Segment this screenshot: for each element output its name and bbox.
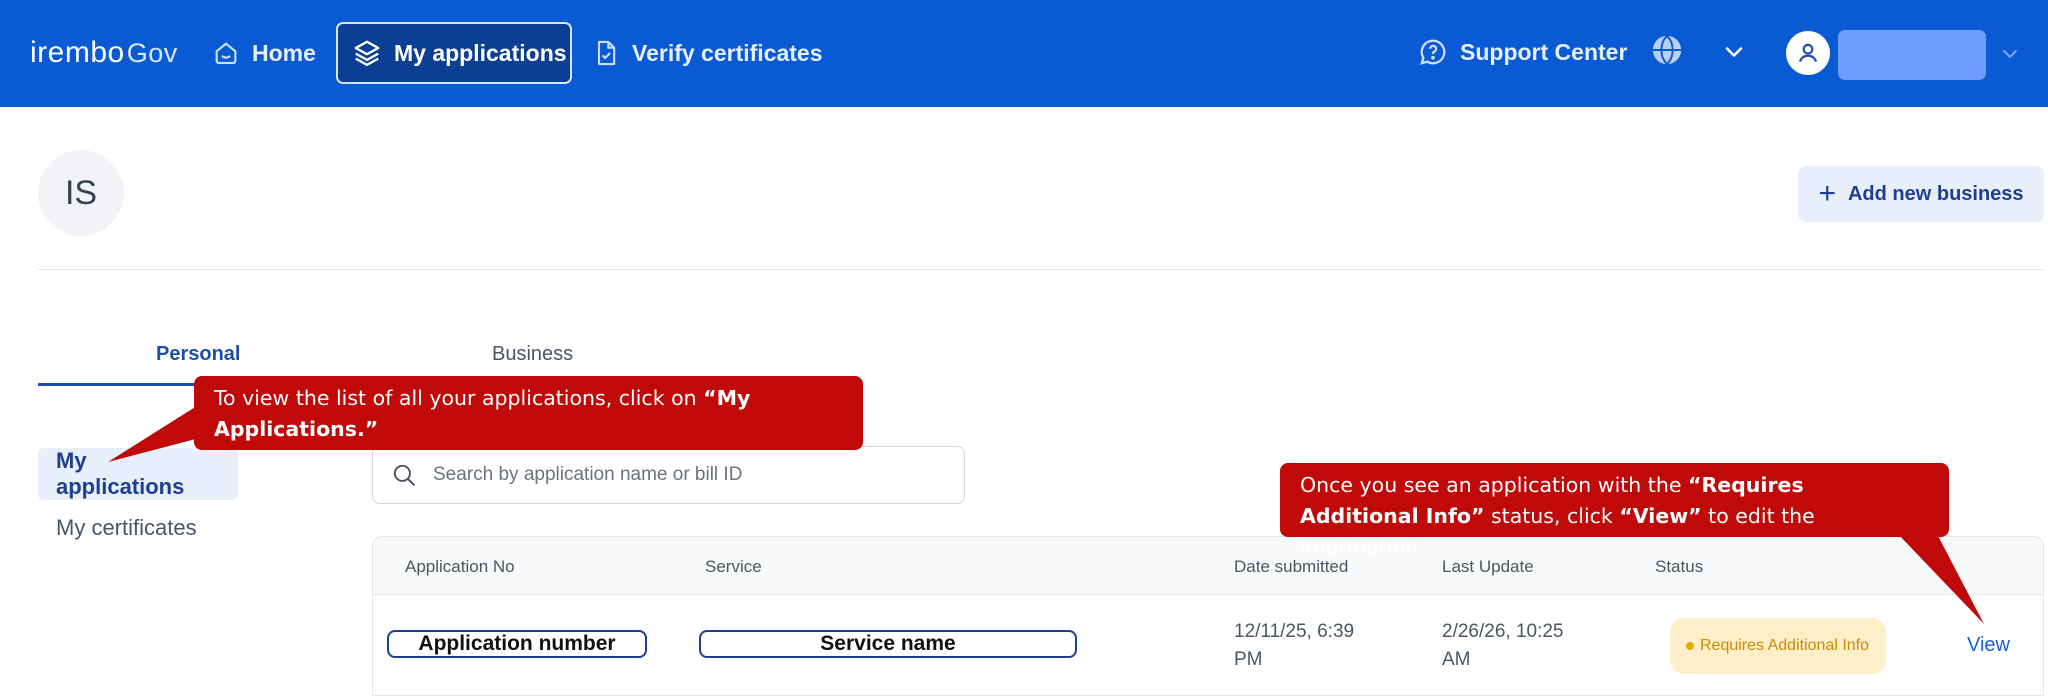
nav-my-applications[interactable]: My applications bbox=[336, 22, 572, 84]
header-status: Status bbox=[1655, 557, 1704, 576]
language-dropdown-toggle[interactable] bbox=[1722, 40, 1746, 69]
plus-icon: + bbox=[1818, 177, 1836, 210]
profile-initials-avatar: IS bbox=[38, 150, 124, 236]
tab-personal[interactable]: Personal bbox=[156, 343, 240, 366]
status-badge-label: Requires Additional Info bbox=[1700, 637, 1869, 654]
home-icon bbox=[215, 42, 237, 64]
last-update-cell: 2/26/26, 10:25 AM bbox=[1442, 618, 1564, 674]
callout-2-text-1: Once you see an application with the bbox=[1300, 473, 1688, 497]
add-new-business-label: Add new business bbox=[1847, 182, 2024, 205]
layers-icon bbox=[354, 40, 380, 67]
nav-home-label: Home bbox=[252, 39, 316, 66]
callout-my-applications-hint: To view the list of all your application… bbox=[194, 376, 863, 450]
user-name-redacted[interactable] bbox=[1838, 30, 1986, 80]
help-chat-icon bbox=[1420, 39, 1446, 65]
section-divider bbox=[38, 269, 2044, 270]
sidebar-item-my-applications[interactable]: My applications bbox=[38, 448, 238, 500]
last-update-line-2: AM bbox=[1442, 649, 1471, 670]
top-navigation-bar: irembo Gov Home My applications Verify ce… bbox=[0, 0, 2048, 107]
search-box[interactable] bbox=[372, 446, 965, 504]
header-application-no: Application No bbox=[405, 557, 515, 576]
add-new-business-button[interactable]: + Add new business bbox=[1798, 166, 2044, 222]
user-icon bbox=[1798, 43, 1818, 63]
search-input[interactable] bbox=[433, 464, 933, 486]
sidebar-item-my-certificates[interactable]: My certificates bbox=[38, 502, 215, 554]
chevron-down-icon bbox=[1725, 47, 1743, 57]
nav-verify-certificates-label: Verify certificates bbox=[632, 39, 823, 66]
nav-my-applications-label: My applications bbox=[394, 39, 567, 66]
file-check-icon bbox=[597, 40, 616, 66]
logo-suffix-text: Gov bbox=[126, 38, 178, 68]
logo-main-text: irembo bbox=[30, 36, 125, 69]
chevron-down-icon bbox=[2003, 50, 2017, 58]
table-row[interactable]: Application number Service name 12/11/25… bbox=[373, 596, 2043, 695]
user-menu-toggle[interactable] bbox=[2000, 44, 2020, 69]
nav-verify-certificates[interactable]: Verify certificates bbox=[592, 22, 823, 84]
service-name-cell: Service name bbox=[699, 630, 1077, 658]
status-badge: Requires Additional Info bbox=[1670, 618, 1886, 674]
user-avatar[interactable] bbox=[1786, 31, 1830, 75]
search-icon bbox=[393, 464, 415, 486]
status-dot bbox=[1686, 642, 1694, 650]
irembo-logo[interactable]: irembo Gov bbox=[30, 36, 178, 70]
header-service: Service bbox=[705, 557, 762, 576]
callout-2-bold-2: “View” bbox=[1619, 504, 1702, 528]
table-header-row: Application No Service Date submitted La… bbox=[373, 537, 2043, 595]
callout-1-text: To view the list of all your application… bbox=[214, 386, 704, 410]
callout-view-hint: Once you see an application with the “Re… bbox=[1280, 463, 1949, 559]
date-submitted-cell: 12/11/25, 6:39 PM bbox=[1234, 618, 1354, 674]
support-center-link[interactable]: Support Center bbox=[1418, 30, 1627, 74]
date-submitted-line-1: 12/11/25, 6:39 bbox=[1234, 621, 1355, 642]
nav-home[interactable]: Home bbox=[212, 22, 316, 84]
callout-2-text-2: status, click bbox=[1484, 504, 1620, 528]
view-application-link[interactable]: View bbox=[1967, 634, 2010, 657]
last-update-line-1: 2/26/26, 10:25 bbox=[1442, 621, 1564, 642]
applications-table: Application No Service Date submitted La… bbox=[372, 536, 2044, 696]
language-selector[interactable] bbox=[1650, 33, 1684, 72]
header-last-update: Last Update bbox=[1442, 557, 1534, 576]
tab-business[interactable]: Business bbox=[492, 343, 573, 366]
application-number-cell: Application number bbox=[387, 630, 647, 658]
date-submitted-line-2: PM bbox=[1234, 649, 1263, 670]
support-center-label: Support Center bbox=[1460, 38, 1628, 65]
globe-icon bbox=[1652, 34, 1682, 66]
